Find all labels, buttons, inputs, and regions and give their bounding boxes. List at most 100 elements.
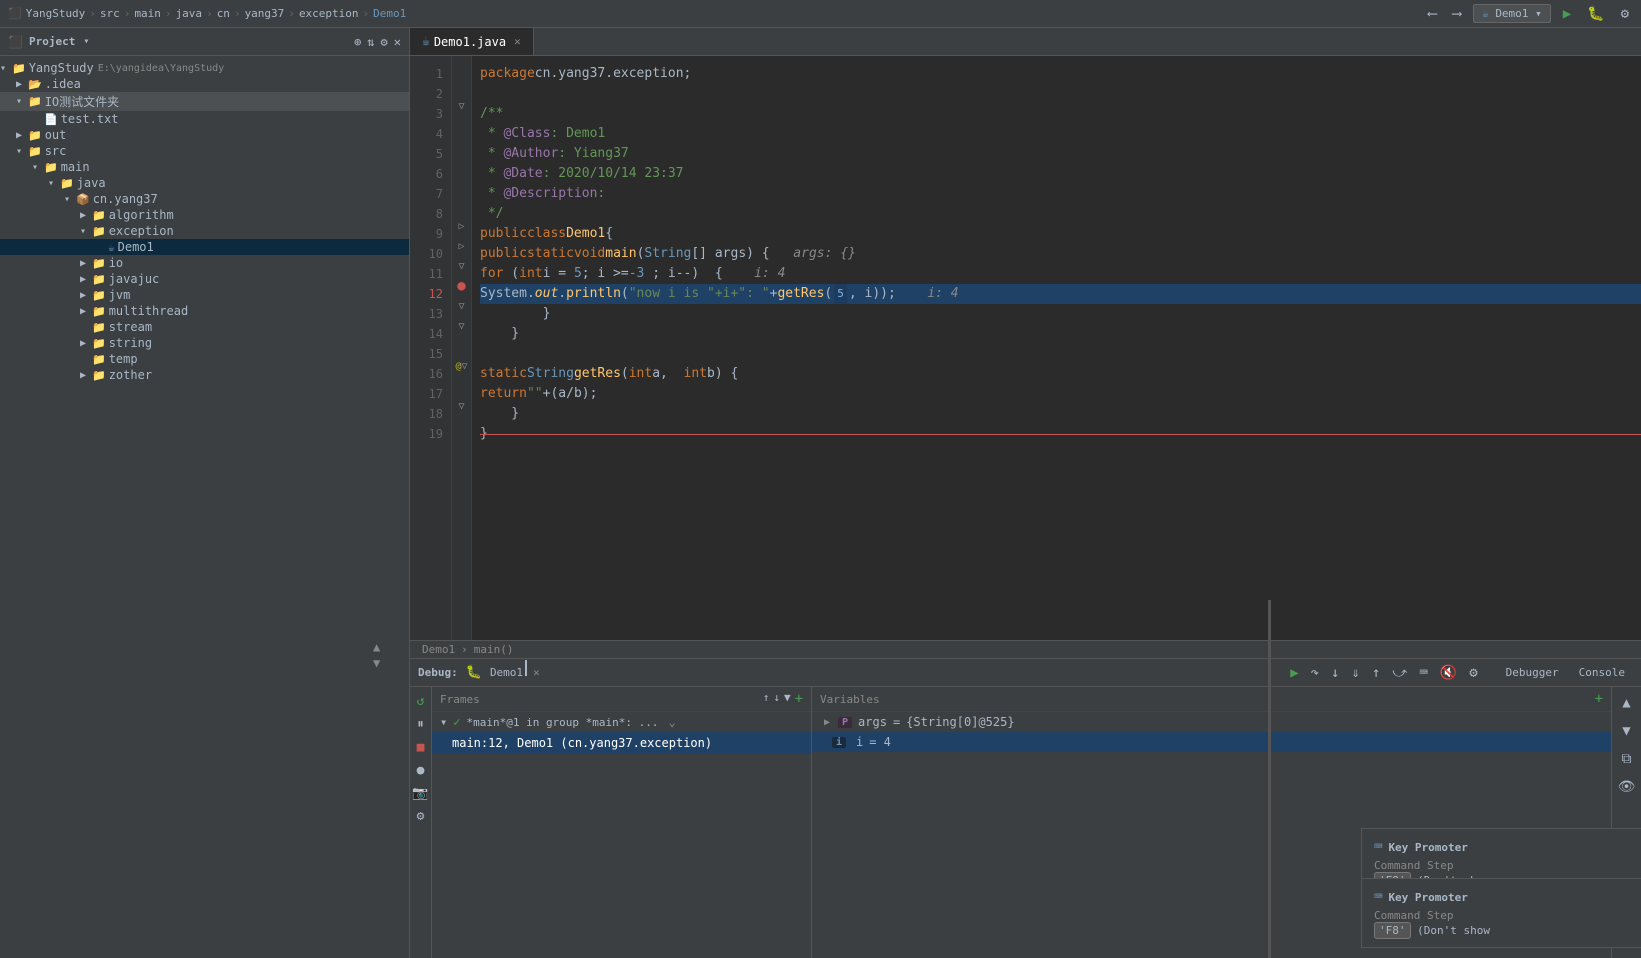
camera-button[interactable]: 📷 (410, 783, 432, 804)
fold-14[interactable]: ▽ (458, 321, 464, 332)
more-button[interactable]: ⚙ (1617, 4, 1633, 24)
sidebar-header: ⬛ Project ▾ ⊕ ⇅ ⚙ ✕ (0, 28, 409, 56)
tab-java-icon: ☕ (422, 34, 430, 49)
code-content[interactable]: package cn.yang37.exception; /** * @Clas… (472, 56, 1641, 640)
mute-breakpoints-button[interactable]: 🔇 (1436, 663, 1461, 683)
tree-algorithm[interactable]: ▶ 📁 algorithm (0, 207, 409, 223)
code-editor[interactable]: 1 2 3 4 5 6 7 8 9 10 11 12 13 14 15 16 1 (410, 56, 1641, 640)
step-over-button[interactable]: ↷ (1307, 663, 1323, 683)
stop-button[interactable]: ■ (414, 737, 428, 758)
var-args[interactable]: ▶ P args = {String[0]@525} (812, 712, 1611, 732)
terminal-button[interactable]: ⚙ (414, 806, 428, 827)
side-glasses-btn[interactable]: 👁 (1615, 775, 1639, 799)
breakpoint-12[interactable]: ● (457, 278, 465, 294)
run-config-selector[interactable]: ☕ Demo1 ▾ (1473, 4, 1551, 23)
tree-cnyang37[interactable]: ▾ 📦 cn.yang37 (0, 191, 409, 207)
pause-button[interactable]: ⏸ (414, 714, 427, 735)
navigate-forward-icon[interactable]: ⟶ (1449, 4, 1465, 24)
code-line-4: * @Class: Demo1 (480, 124, 1641, 144)
tree-main[interactable]: ▾ 📁 main (0, 159, 409, 175)
tree-iotestdir[interactable]: ▾ 📁 IO测试文件夹 (0, 92, 409, 111)
tab-debugger[interactable]: Debugger (1498, 662, 1567, 683)
tree-exception[interactable]: ▾ 📁 exception (0, 223, 409, 239)
step-out-button[interactable]: ↑ (1368, 663, 1384, 683)
step-into-button[interactable]: ↓ (1327, 663, 1343, 683)
sidebar-icons: ⊕ ⇅ ⚙ ✕ (354, 35, 401, 49)
locate-icon[interactable]: ⊕ (354, 35, 361, 49)
ln-19: 19 (410, 424, 451, 444)
run-button[interactable]: ▶ (1559, 4, 1575, 24)
debug-left-controls: ↺ ⏸ ■ ● 📷 ⚙ (410, 687, 432, 958)
fold-13[interactable]: ▽ (458, 301, 464, 312)
vars-add-button[interactable]: + (1595, 691, 1603, 707)
tree-src[interactable]: ▾ 📁 src (0, 143, 409, 159)
var-args-eq: = (893, 715, 900, 729)
thread-dropdown-icon[interactable]: ⌄ (669, 715, 676, 729)
frames-panel: Frames ↑ ↓ ▼ + ▾ ✓ *main*@1 (432, 687, 812, 958)
footer-method: main() (474, 643, 514, 656)
collapse-icon[interactable]: ⇅ (367, 35, 374, 49)
debug-tab-close[interactable]: ✕ (533, 666, 540, 679)
tree-root[interactable]: ▾ 📁 YangStudy E:\yangidea\YangStudy (0, 60, 409, 76)
evaluate-button[interactable]: ⌨ (1415, 663, 1431, 683)
tree-java[interactable]: ▾ 📁 java (0, 175, 409, 191)
tab-demo1[interactable]: ☕ Demo1.java ✕ (410, 28, 534, 55)
gc-13: ▽ (452, 296, 471, 316)
side-resize-up[interactable]: ▲ (1615, 691, 1639, 715)
settings-button[interactable]: ⚙ (1465, 663, 1481, 683)
debug-button[interactable]: 🐛 (1583, 4, 1608, 24)
testtxt-icon: 📄 (44, 113, 58, 126)
tree-jvm[interactable]: ▶ 📁 jvm (0, 287, 409, 303)
view-breakpoints-button[interactable]: ● (414, 760, 428, 781)
tree-zother[interactable]: ▶ 📁 zother (0, 367, 409, 383)
run-config-chevron: ▾ (1535, 7, 1542, 20)
fold-3[interactable]: ▽ (458, 101, 464, 112)
fold-16[interactable]: ▽ (462, 361, 468, 372)
tree-javajuc[interactable]: ▶ 📁 javajuc (0, 271, 409, 287)
breadcrumb-demo1: Demo1 (373, 7, 406, 20)
thread-item[interactable]: ▾ ✓ *main*@1 in group *main*: ... ⌄ (432, 712, 811, 732)
run-to-cursor-button[interactable]: ⤻ (1388, 663, 1411, 683)
fold-10[interactable]: ▷ (458, 241, 464, 252)
ln-7: 7 (410, 184, 451, 204)
src-label: src (45, 144, 67, 158)
tree-string[interactable]: ▶ 📁 string (0, 335, 409, 351)
ln-16: 16 (410, 364, 451, 384)
force-step-into-button[interactable]: ⇓ (1348, 663, 1364, 683)
close-icon[interactable]: ✕ (394, 35, 401, 49)
temp-label: temp (109, 352, 138, 366)
frames-down-icon[interactable]: ↓ (773, 691, 780, 707)
tree-idea[interactable]: ▶ 📂 .idea (0, 76, 409, 92)
var-args-expand: ▶ (824, 717, 830, 728)
side-resize-down[interactable]: ▼ (1615, 719, 1639, 743)
tab-close-icon[interactable]: ✕ (514, 35, 521, 48)
tree-io[interactable]: ▶ 📁 io (0, 255, 409, 271)
javajuc-icon: 📁 (92, 273, 106, 286)
gear-icon[interactable]: ⚙ (381, 35, 388, 49)
var-i[interactable]: i i = 4 (812, 732, 1611, 752)
frames-up-icon[interactable]: ↑ (763, 691, 770, 707)
frame-active[interactable]: main:12, Demo1 (cn.yang37.exception) (432, 732, 811, 754)
fold-9[interactable]: ▷ (458, 221, 464, 232)
tree-out[interactable]: ▶ 📁 out (0, 127, 409, 143)
tree-testtxt[interactable]: ▶ 📄 test.txt (0, 111, 409, 127)
tree-multithread[interactable]: ▶ 📁 multithread (0, 303, 409, 319)
tree-demo1[interactable]: ▶ ☕ Demo1 (0, 239, 409, 255)
frames-filter-icon[interactable]: ▼ (784, 691, 791, 707)
string-icon: 📁 (92, 337, 106, 350)
code-line-12: System.out.println("now i is "+i+": "+ge… (480, 284, 1641, 304)
fold-18[interactable]: ▽ (458, 401, 464, 412)
resume-button[interactable]: ▶ (1286, 663, 1302, 683)
tree-temp[interactable]: ▶ 📁 temp (0, 351, 409, 367)
ln-4: 4 (410, 124, 451, 144)
tab-console[interactable]: Console (1571, 662, 1633, 683)
frames-add-icon[interactable]: + (795, 691, 803, 707)
kp2-title: Key Promoter (1388, 891, 1467, 904)
side-copy-btn[interactable]: ⧉ (1615, 747, 1639, 771)
algorithm-icon: 📁 (92, 209, 106, 222)
jvm-label: jvm (109, 288, 131, 302)
restart-button[interactable]: ↺ (414, 691, 428, 712)
fold-11[interactable]: ▽ (458, 261, 464, 272)
tree-stream[interactable]: ▶ 📁 stream (0, 319, 409, 335)
navigate-back-icon[interactable]: ⟵ (1424, 4, 1440, 24)
